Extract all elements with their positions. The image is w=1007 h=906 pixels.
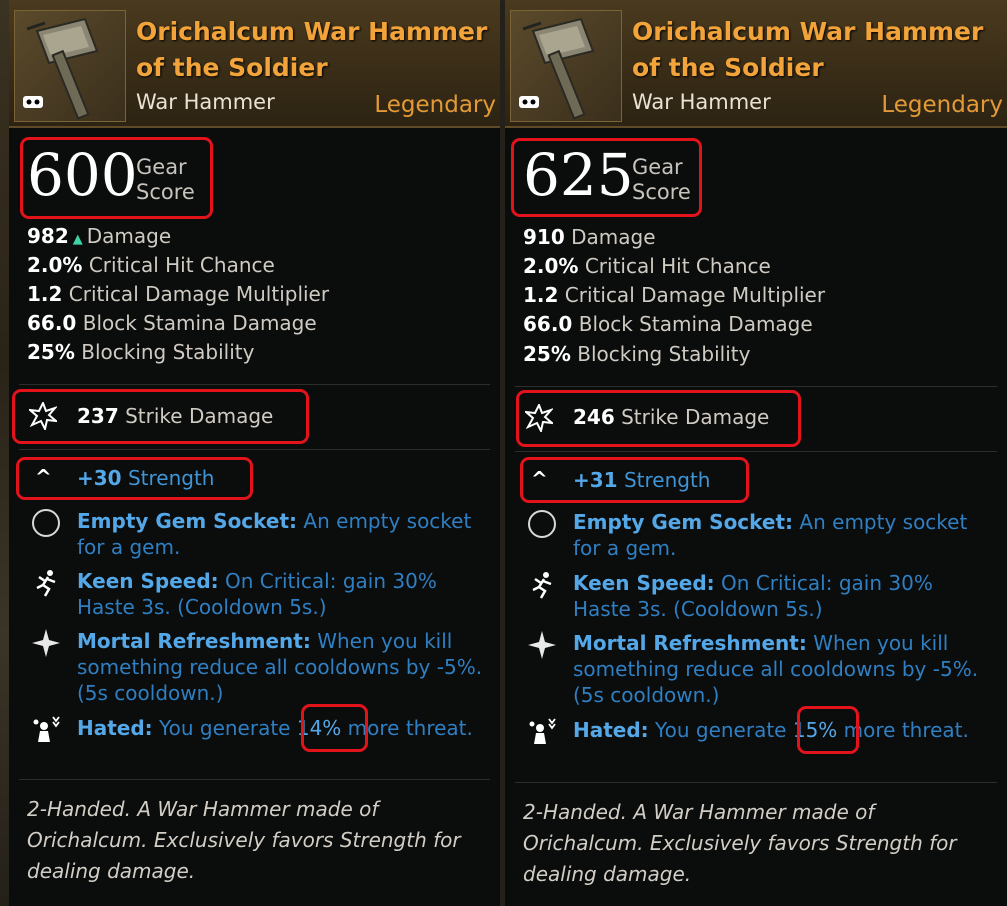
stat-damage: 982 ▲ Damage [27,224,171,248]
perk-empty-gem-socket: Empty Gem Socket: An empty socket for a … [573,509,983,561]
stat-label: Critical Damage Multiplier [68,282,330,306]
item-rarity: Legendary [881,92,1003,118]
perk-mortal-refreshment: Mortal Refreshment: When you kill someth… [573,630,983,708]
perk-desc-pre: You generate [159,716,291,740]
item-type: War Hammer [632,90,771,114]
item-title: Orichalcum War Hammer of the Soldier [632,14,983,86]
stat-crit-multiplier: 1.2 Critical Damage Multiplier [27,282,329,306]
stat-value: 982 [27,224,69,248]
stat-label: Block Stamina Damage [578,312,813,336]
perk-hated: Hated: You generate 15% more threat. [573,717,983,743]
stat-block-stamina: 66.0 Block Stamina Damage [523,312,813,336]
item-title-line-1: Orichalcum War Hammer [136,17,488,46]
stat-value: 25% [523,342,571,366]
mask-icon [519,96,539,108]
running-figure-icon [532,572,552,599]
item-type: War Hammer [136,90,275,114]
perk-name: Empty Gem Socket: [77,509,298,533]
stat-label: Blocking Stability [81,340,255,364]
tooltip-header: Orichalcum War Hammer of the Soldier War… [9,0,500,128]
perk-name: Keen Speed: [573,571,715,595]
four-point-star-icon [528,631,556,659]
item-title-line-1: Orichalcum War Hammer [632,17,984,46]
stat-blocking-stability: 25% Blocking Stability [523,342,750,366]
perk-keen-speed: Keen Speed: On Critical: gain 30% Haste … [77,568,487,620]
stat-value: 66.0 [27,311,77,335]
annotation-box-strike [516,390,801,447]
divider [515,451,997,452]
stat-label: Damage [86,224,172,248]
perk-empty-gem-socket: Empty Gem Socket: An empty socket for a … [77,508,487,560]
gem-socket-icon [528,510,556,538]
flavor-text: 2-Handed. A War Hammer made of Orichalcu… [523,800,957,886]
perk-desc-post: more threat. [843,718,969,742]
perk-name: Empty Gem Socket: [573,510,794,534]
item-portrait [510,10,622,122]
item-title: Orichalcum War Hammer of the Soldier [136,14,487,86]
flavor-text: 2-Handed. A War Hammer made of Orichalcu… [27,797,461,883]
stat-label: Damage [571,225,656,249]
item-portrait [14,10,126,122]
stat-value: 25% [27,340,75,364]
stat-block-stamina: 66.0 Block Stamina Damage [27,311,317,335]
item-title-line-2: of the Soldier [136,53,328,82]
annotation-box-hated-value [301,704,368,752]
annotation-box-strike [12,389,309,444]
stat-value: 910 [523,225,565,249]
divider [19,449,490,450]
stat-crit-multiplier: 1.2 Critical Damage Multiplier [523,283,825,307]
stat-blocking-stability: 25% Blocking Stability [27,340,254,364]
stat-label: Critical Damage Multiplier [564,283,826,307]
stat-label: Critical Hit Chance [584,254,771,278]
stat-label: Critical Hit Chance [88,253,275,277]
stat-value: 2.0% [523,254,579,278]
stat-value: 2.0% [27,253,83,277]
stat-value: 1.2 [27,282,63,306]
stat-value: 1.2 [523,283,559,307]
perk-desc-pre: You generate [655,718,787,742]
annotation-box-gear-score [511,138,702,217]
divider [19,384,490,385]
background-edge [0,0,9,906]
annotation-box-attribute [520,457,749,503]
annotation-box-attribute [16,457,253,500]
item-tooltip-left: Orichalcum War Hammer of the Soldier War… [9,0,500,906]
threat-figure-icon [529,718,556,744]
item-tooltip-right: Orichalcum War Hammer of the Soldier War… [505,0,1007,906]
stat-up-arrow-icon: ▲ [72,232,83,247]
perk-name: Hated: [573,718,649,742]
perk-name: Mortal Refreshment: [77,629,311,653]
stat-label: Block Stamina Damage [82,311,317,335]
divider [515,386,997,387]
stat-damage: 910 Damage [523,225,656,249]
stat-value: 66.0 [523,312,573,336]
perk-name: Hated: [77,716,153,740]
threat-figure-icon [33,716,60,742]
annotation-box-hated-value [797,706,859,754]
item-rarity: Legendary [374,92,496,118]
item-title-line-2: of the Soldier [632,53,824,82]
annotation-box-gear-score [20,137,213,219]
mask-icon [23,96,43,108]
perk-keen-speed: Keen Speed: On Critical: gain 30% Haste … [573,570,983,622]
divider [19,779,490,780]
divider [515,782,997,783]
tooltip-header: Orichalcum War Hammer of the Soldier War… [505,0,1007,128]
perk-name: Mortal Refreshment: [573,631,807,655]
running-figure-icon [36,570,56,597]
stat-crit-chance: 2.0% Critical Hit Chance [27,253,275,277]
perk-hated: Hated: You generate 14% more threat. [77,715,487,741]
gem-socket-icon [32,509,60,537]
stat-crit-chance: 2.0% Critical Hit Chance [523,254,771,278]
perk-name: Keen Speed: [77,569,219,593]
perk-mortal-refreshment: Mortal Refreshment: When you kill someth… [77,628,487,706]
four-point-star-icon [32,629,60,657]
stat-label: Blocking Stability [577,342,751,366]
